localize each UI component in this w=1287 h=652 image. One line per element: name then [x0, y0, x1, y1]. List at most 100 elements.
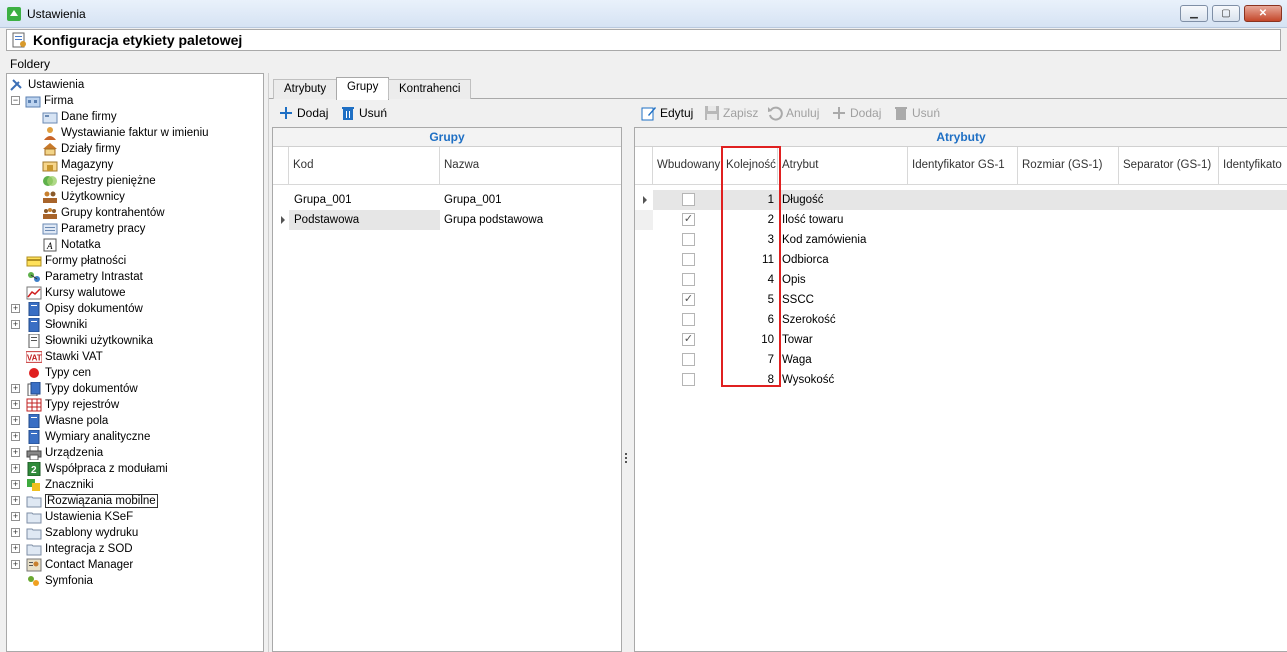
- attr-cell-atrybut[interactable]: Opis: [782, 270, 906, 290]
- groups-cell-kod[interactable]: Grupa_001: [294, 190, 440, 210]
- printer-icon: [26, 446, 42, 460]
- checkbox-checked[interactable]: ✓: [682, 293, 695, 306]
- expand-icon[interactable]: +: [11, 480, 20, 489]
- attr-cell-atrybut[interactable]: Waga: [782, 350, 906, 370]
- checkbox-unchecked[interactable]: [682, 353, 695, 366]
- splitter-handle[interactable]: [625, 453, 628, 467]
- tree-item-typy-dokumentow[interactable]: + Typy dokumentów: [11, 381, 138, 397]
- checkbox-unchecked[interactable]: [682, 253, 695, 266]
- tab-grupy[interactable]: Grupy: [336, 77, 390, 100]
- plus-icon: [831, 105, 847, 121]
- attr-cell-atrybut[interactable]: Kod zamówienia: [782, 230, 906, 250]
- expand-icon[interactable]: +: [11, 384, 20, 393]
- col-identyfikator[interactable]: Identyfikato: [1219, 147, 1287, 185]
- tree-item-opisy-dokumentow[interactable]: + Opisy dokumentów: [11, 301, 143, 317]
- groups-cell-kod[interactable]: Podstawowa: [294, 210, 440, 230]
- tree-item-rejestry-pieniezne[interactable]: Rejestry pieniężne: [42, 173, 156, 189]
- tree-item-wlasne-pola[interactable]: + Własne pola: [11, 413, 108, 429]
- checkbox-unchecked[interactable]: [682, 193, 695, 206]
- tree-item-contact-manager[interactable]: + Contact Manager: [11, 557, 133, 573]
- col-wbudowany[interactable]: Wbudowany: [653, 147, 722, 185]
- attr-delete-button[interactable]: Usuń: [893, 104, 940, 122]
- col-atrybut[interactable]: Atrybut: [778, 147, 908, 185]
- attributes-grid-title: Atrybuty: [635, 128, 1287, 147]
- expand-icon[interactable]: +: [11, 416, 20, 425]
- groups-cell-nazwa[interactable]: Grupa podstawowa: [444, 210, 619, 230]
- collapse-icon[interactable]: −: [11, 96, 20, 105]
- tree-item-parametry-intrastat[interactable]: Parametry Intrastat: [26, 269, 143, 285]
- tree-item-kursy-walutowe[interactable]: Kursy walutowe: [26, 285, 126, 301]
- attr-add-button[interactable]: Dodaj: [831, 104, 881, 122]
- col-identyfikator-gs1[interactable]: Identyfikator GS-1: [908, 147, 1018, 185]
- intrastat-icon: [26, 270, 42, 284]
- tree-item-typy-rejestrow[interactable]: + Typy rejestrów: [11, 397, 119, 413]
- tree-item-typy-cen[interactable]: Typy cen: [26, 365, 91, 381]
- tree-item-magazyny[interactable]: Magazyny: [42, 157, 113, 173]
- attr-save-button[interactable]: Zapisz: [704, 104, 758, 122]
- expand-icon[interactable]: +: [11, 400, 20, 409]
- expand-icon[interactable]: +: [11, 320, 20, 329]
- maximize-button[interactable]: ▢: [1212, 5, 1240, 22]
- checkbox-unchecked[interactable]: [682, 233, 695, 246]
- tree-item-integracja-z-sod[interactable]: + Integracja z SOD: [11, 541, 133, 557]
- col-rozmiar-gs1[interactable]: Rozmiar (GS-1): [1018, 147, 1119, 185]
- expand-icon[interactable]: +: [11, 544, 20, 553]
- tree-item-symfonia[interactable]: Symfonia: [26, 573, 93, 589]
- minimize-button[interactable]: ▁: [1180, 5, 1208, 22]
- tree-item-uzytkownicy[interactable]: Użytkownicy: [42, 189, 125, 205]
- tree-item-slowniki-uzytkownika[interactable]: Słowniki użytkownika: [26, 333, 153, 349]
- attr-cell-atrybut[interactable]: Ilość towaru: [782, 210, 906, 230]
- tree-item-slowniki[interactable]: + Słowniki: [11, 317, 87, 333]
- expand-icon[interactable]: +: [11, 432, 20, 441]
- checkbox-unchecked[interactable]: [682, 273, 695, 286]
- tree-item-grupy-kontrahentow[interactable]: Grupy kontrahentów: [42, 205, 165, 221]
- folder-tree[interactable]: Ustawienia − Firma Dane firmy Wystawiani…: [6, 73, 264, 652]
- groups-add-button[interactable]: Dodaj: [278, 104, 328, 122]
- tab-atrybuty[interactable]: Atrybuty: [273, 79, 338, 99]
- attr-cell-atrybut[interactable]: Wysokość: [782, 370, 906, 390]
- col-kod[interactable]: Kod: [289, 147, 440, 185]
- tree-item-rozwiazania-mobilne[interactable]: + Rozwiązania mobilne: [11, 493, 158, 509]
- attr-cancel-button[interactable]: Anuluj: [767, 104, 819, 122]
- col-nazwa[interactable]: Nazwa: [440, 147, 621, 185]
- attr-cell-atrybut[interactable]: Szerokość: [782, 310, 906, 330]
- attr-cell-atrybut[interactable]: Długość: [782, 190, 906, 210]
- col-separator-gs1[interactable]: Separator (GS-1): [1119, 147, 1219, 185]
- checkbox-checked[interactable]: ✓: [682, 213, 695, 226]
- close-button[interactable]: ✕: [1244, 5, 1282, 22]
- tree-item-szablony-wydruku[interactable]: + Szablony wydruku: [11, 525, 138, 541]
- expand-icon[interactable]: +: [11, 464, 20, 473]
- tree-item-wymiary-analityczne[interactable]: + Wymiary analityczne: [11, 429, 150, 445]
- tree-item-formy-platnosci[interactable]: Formy płatności: [26, 253, 126, 269]
- expand-icon[interactable]: +: [11, 448, 20, 457]
- tree-item-ustawienia-ksef[interactable]: + Ustawienia KSeF: [11, 509, 133, 525]
- tree-item-ustawienia[interactable]: Ustawienia: [9, 77, 84, 93]
- tree-item-notatka[interactable]: A Notatka: [42, 237, 101, 253]
- attr-cell-atrybut[interactable]: Odbiorca: [782, 250, 906, 270]
- expand-icon[interactable]: +: [11, 528, 20, 537]
- tree-item-firma[interactable]: − Firma: [11, 93, 73, 109]
- groups-cell-nazwa[interactable]: Grupa_001: [444, 190, 619, 210]
- tree-item-wspolpraca-z-modulami[interactable]: + 2 Współpraca z modułami: [11, 461, 168, 477]
- tree-item-dzialy-firmy[interactable]: Działy firmy: [42, 141, 120, 157]
- tree-item-parametry-pracy[interactable]: Parametry pracy: [42, 221, 145, 237]
- expand-icon[interactable]: +: [11, 304, 20, 313]
- expand-icon[interactable]: +: [11, 560, 20, 569]
- attr-cell-atrybut[interactable]: Towar: [782, 330, 906, 350]
- groups-delete-button[interactable]: Usuń: [340, 104, 387, 122]
- tree-item-dane-firmy[interactable]: Dane firmy: [42, 109, 117, 125]
- tree-item-urzadzenia[interactable]: + Urządzenia: [11, 445, 103, 461]
- tab-kontrahenci[interactable]: Kontrahenci: [388, 79, 472, 99]
- app-icon: [7, 7, 21, 21]
- checkbox-checked[interactable]: ✓: [682, 333, 695, 346]
- tree-item-stawki-vat[interactable]: VAT Stawki VAT: [26, 349, 103, 365]
- tree-item-znaczniki[interactable]: + Znaczniki: [11, 477, 94, 493]
- attr-cell-atrybut[interactable]: SSCC: [782, 290, 906, 310]
- checkbox-unchecked[interactable]: [682, 313, 695, 326]
- expand-icon[interactable]: +: [11, 512, 20, 521]
- money-icon: [42, 174, 58, 188]
- expand-icon[interactable]: +: [11, 496, 20, 505]
- tree-item-wystawianie-faktur[interactable]: Wystawianie faktur w imieniu: [42, 125, 209, 141]
- attr-edit-button[interactable]: Edytuj: [641, 104, 693, 122]
- checkbox-unchecked[interactable]: [682, 373, 695, 386]
